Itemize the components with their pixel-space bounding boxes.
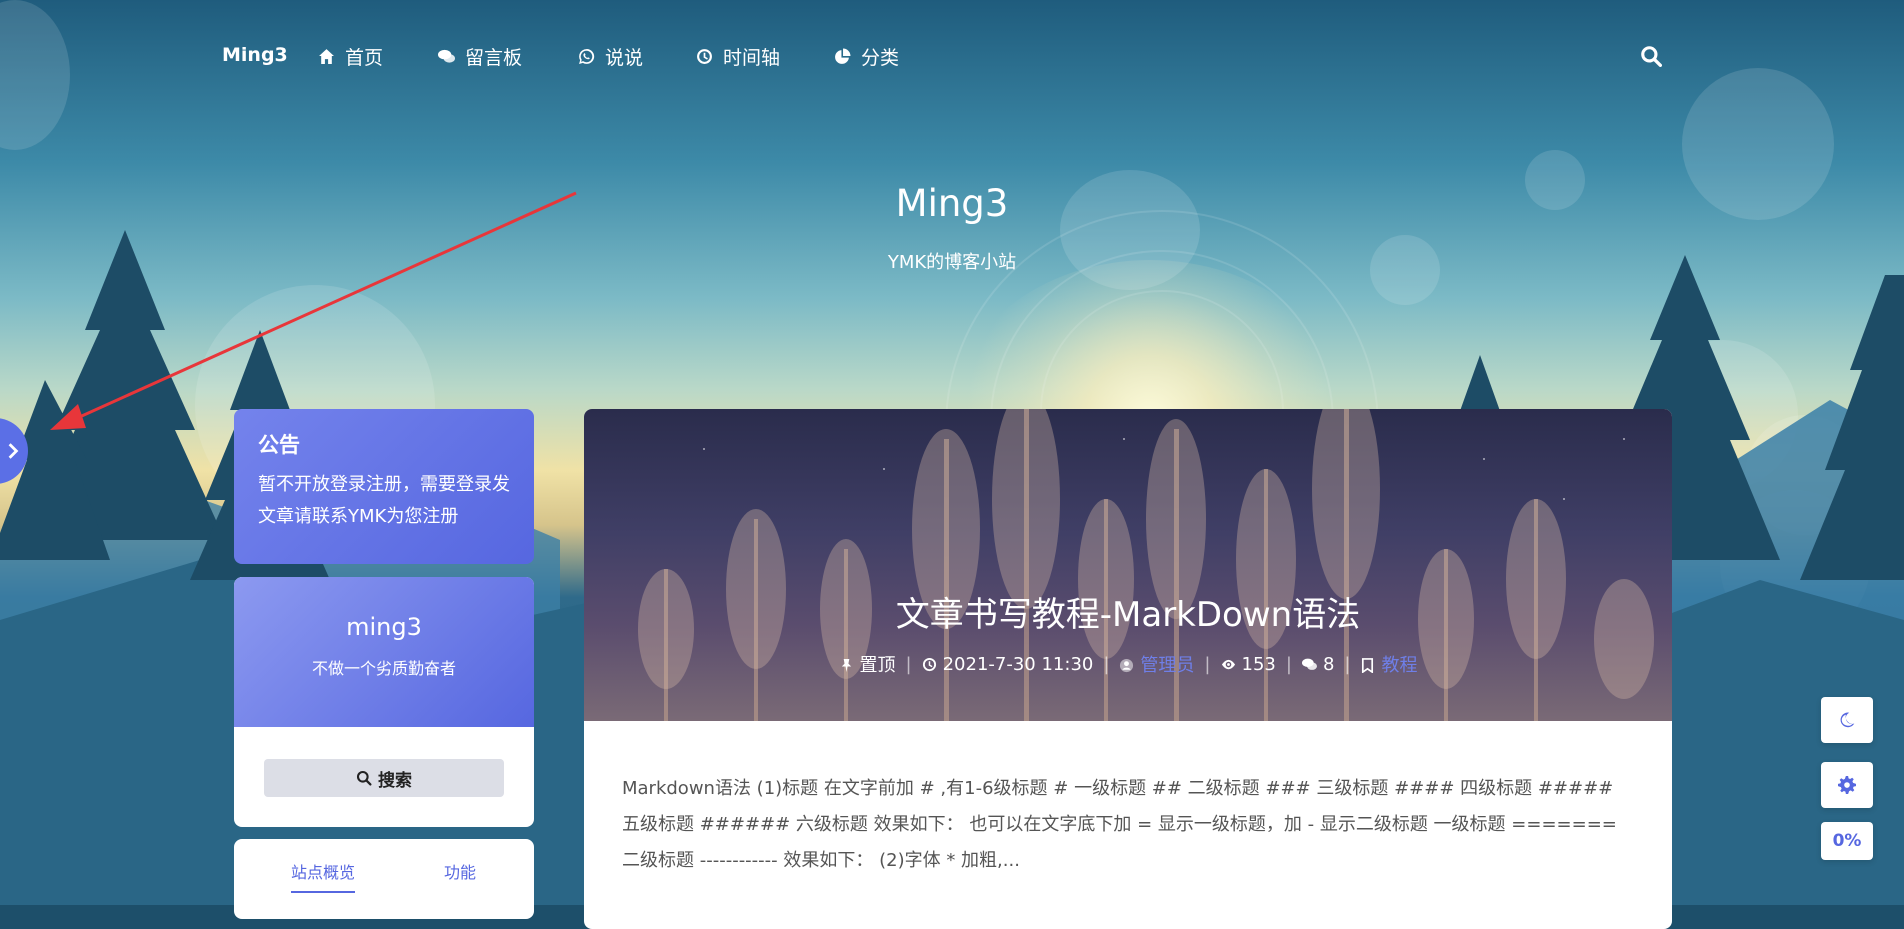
nav-item-home[interactable]: 首页: [318, 43, 383, 70]
post-author-link[interactable]: 管理员: [1140, 655, 1194, 676]
profile-card: ming3 不做一个劣质勤奋者 搜索: [234, 577, 534, 827]
comments-icon: [1301, 658, 1317, 670]
nav-item-timeline[interactable]: 时间轴: [696, 43, 780, 70]
moon-icon: [1840, 712, 1855, 728]
hero-title: Ming3: [895, 182, 1009, 225]
nav-item-guestbook[interactable]: 留言板: [438, 43, 522, 70]
search-icon: [356, 770, 372, 786]
post-title[interactable]: 文章书写教程-MarkDown语法: [584, 587, 1672, 636]
post-cover-image[interactable]: 文章书写教程-MarkDown语法 置顶 | 2021-7-30 11:30 |…: [584, 409, 1672, 721]
post-category[interactable]: 教程: [1360, 651, 1417, 677]
nav-item-moments[interactable]: 说说: [578, 43, 643, 70]
gear-icon: [1838, 776, 1856, 794]
post-date: 2021-7-30 11:30: [922, 653, 1094, 675]
profile-motto: 不做一个劣质勤奋者: [311, 659, 456, 678]
clock-icon: [922, 657, 936, 671]
post-comments-count: 8: [1322, 653, 1335, 675]
home-icon: [319, 49, 334, 64]
search-icon[interactable]: [1640, 45, 1662, 67]
hero-subtitle: YMK的博客小站: [887, 252, 1017, 273]
pie-chart-icon: [835, 48, 851, 64]
tab-features[interactable]: 功能: [444, 859, 476, 883]
post-date-value: 2021-7-30 11:30: [942, 653, 1094, 675]
chevron-right-icon: [8, 443, 19, 459]
post-category-link[interactable]: 教程: [1381, 655, 1417, 676]
top-navbar: Ming3 首页 留言板 说说 时间轴 分类: [0, 0, 1904, 110]
post-card: 文章书写教程-MarkDown语法 置顶 | 2021-7-30 11:30 |…: [584, 409, 1672, 929]
tab-site-overview[interactable]: 站点概览: [291, 859, 356, 893]
post-author[interactable]: 管理员: [1119, 651, 1194, 677]
comments-icon: [438, 49, 455, 63]
meta-separator: |: [905, 653, 912, 675]
post-views-count: 153: [1241, 653, 1276, 675]
eye-icon: [1221, 659, 1235, 669]
post-views: 153: [1221, 654, 1276, 675]
bookmark-icon: [1362, 658, 1374, 674]
pinned-label: 置顶: [859, 655, 896, 676]
profile-name: ming3: [346, 613, 422, 641]
search-button-label: 搜索: [378, 770, 412, 791]
profile-header: ming3 不做一个劣质勤奋者: [234, 577, 534, 727]
scroll-progress-button[interactable]: 0%: [1821, 822, 1873, 860]
nav-item-label: 首页: [345, 47, 384, 69]
sidebar-tabs-card: 站点概览 功能: [234, 839, 534, 919]
settings-button[interactable]: [1821, 762, 1873, 808]
sidebar-search-button[interactable]: 搜索: [264, 759, 504, 797]
nav-item-label: 说说: [605, 47, 644, 69]
post-excerpt: Markdown语法 (1)标题 在文字前加 # ,有1-6级标题 # 一级标题…: [622, 778, 1617, 871]
meta-separator: |: [1344, 653, 1351, 675]
clock-icon: [697, 49, 712, 64]
post-comments[interactable]: 8: [1301, 653, 1335, 675]
nav-item-label: 分类: [861, 47, 900, 69]
site-brand[interactable]: Ming3: [222, 44, 288, 66]
meta-separator: |: [1204, 653, 1211, 675]
nav-item-category[interactable]: 分类: [834, 43, 899, 70]
scroll-progress-value: 0%: [1832, 831, 1862, 851]
dark-mode-toggle[interactable]: [1821, 697, 1873, 743]
announcement-text: 暂不开放登录注册，需要登录发文章请联系YMK为您注册: [258, 474, 510, 527]
meta-separator: |: [1285, 653, 1292, 675]
user-icon: [1120, 658, 1134, 673]
pinned-indicator: 置顶: [839, 651, 896, 677]
post-meta: 置顶 | 2021-7-30 11:30 | 管理员 | 153 | 8 | 教…: [584, 651, 1672, 677]
pin-icon: [841, 658, 851, 673]
meta-separator: |: [1103, 653, 1110, 675]
nav-item-label: 时间轴: [723, 47, 781, 69]
announcement-title: 公告: [258, 433, 300, 457]
nav-item-label: 留言板: [465, 47, 523, 69]
whatsapp-icon: [579, 49, 595, 64]
announcement-card: 公告 暂不开放登录注册，需要登录发文章请联系YMK为您注册: [234, 409, 534, 564]
